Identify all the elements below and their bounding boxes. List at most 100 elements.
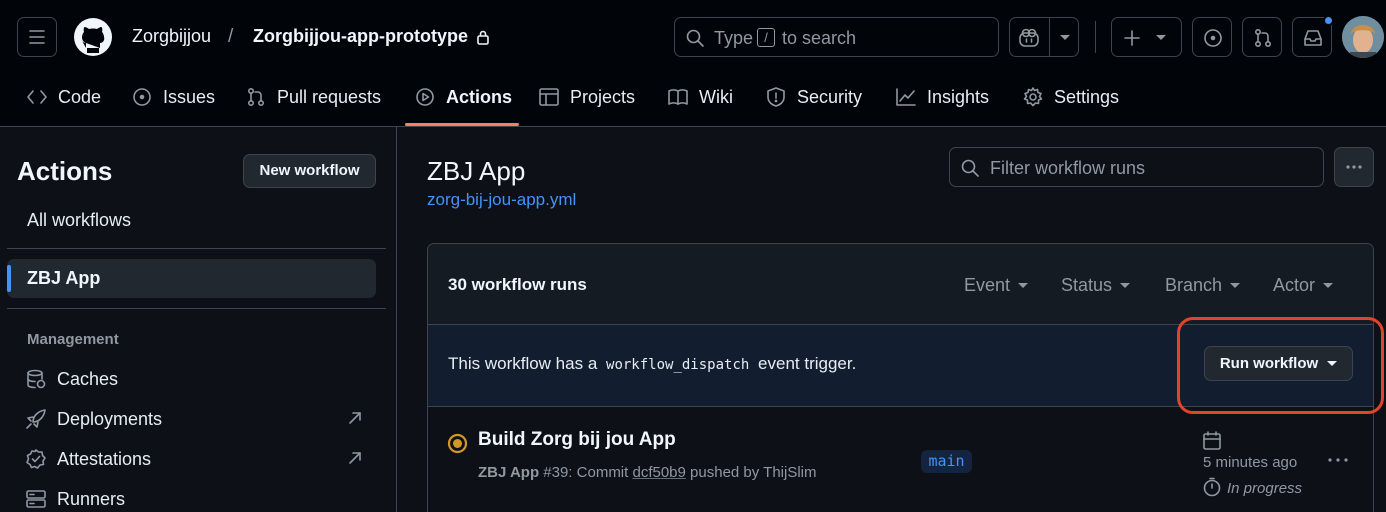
dispatch-code: workflow_dispatch: [606, 357, 750, 373]
tab-code[interactable]: Code: [26, 84, 101, 110]
workflow-file-link[interactable]: zorg-bij-jou-app.yml: [427, 190, 576, 210]
sidebar-item-label: Caches: [57, 368, 119, 389]
gear-icon: [1023, 87, 1043, 107]
search-shortcut-key: /: [757, 28, 775, 47]
tab-pull-requests[interactable]: Pull requests: [245, 84, 381, 110]
run-subtitle: ZBJ App #39: Commit dcf50b9 pushed by Th…: [478, 464, 817, 481]
highlight-annotation: [1177, 317, 1384, 414]
menu-button[interactable]: [17, 17, 57, 57]
repo-link[interactable]: Zorgbijjou-app-prototype: [253, 26, 468, 47]
run-status: In progress: [1227, 480, 1303, 497]
more-options-button[interactable]: [1334, 147, 1374, 187]
issues-button[interactable]: [1192, 17, 1232, 57]
sidebar-item-caches[interactable]: Caches: [25, 367, 118, 391]
run-title-link[interactable]: Build Zorg bij jou App: [478, 429, 676, 451]
notification-dot: [1323, 15, 1334, 26]
runs-count: 30 workflow runs: [448, 275, 587, 294]
sidebar-item-all-workflows[interactable]: All workflows: [27, 210, 131, 231]
search-suffix: to search: [782, 28, 857, 48]
run-timestamp: 5 minutes ago: [1203, 454, 1298, 471]
search-prefix: Type: [714, 28, 754, 48]
runs-header: 30 workflow runs Event Status Branch Act…: [428, 244, 1373, 325]
graph-icon: [896, 88, 916, 106]
copilot-icon: [1019, 28, 1039, 47]
sidebar-item-label: Deployments: [57, 408, 163, 429]
sidebar-item-zbj-app[interactable]: ZBJ App: [7, 259, 376, 298]
filter-label: Event: [964, 275, 1011, 295]
chevron-down-icon: [1120, 283, 1131, 288]
run-pushed-by: pushed by ThijSlim: [690, 464, 817, 481]
tab-label: Security: [797, 86, 863, 107]
chevron-down-icon: [1018, 283, 1029, 288]
tab-label: Wiki: [699, 86, 733, 107]
sidebar-divider: [396, 127, 397, 512]
github-logo-icon[interactable]: [73, 17, 113, 57]
avatar[interactable]: [1342, 16, 1384, 58]
run-workflow-name: ZBJ App: [478, 464, 540, 481]
play-icon: [416, 88, 434, 106]
dispatch-message: This workflow has a workflow_dispatch ev…: [448, 354, 856, 374]
sidebar-title: Actions: [17, 156, 113, 186]
issue-opened-icon: [133, 88, 151, 106]
filter-label: Actor: [1273, 275, 1316, 295]
filter-workflow-runs-input[interactable]: Filter workflow runs: [949, 147, 1324, 187]
copilot-button[interactable]: [1009, 17, 1079, 57]
filter-label: Status: [1061, 275, 1113, 295]
chevron-down-icon[interactable]: [1060, 35, 1070, 40]
tab-projects[interactable]: Projects: [538, 84, 635, 110]
arrow-up-right-icon: [348, 451, 362, 465]
tab-issues[interactable]: Issues: [131, 84, 215, 110]
search-icon: [686, 29, 704, 47]
dispatch-suffix: event trigger.: [758, 354, 857, 373]
book-icon: [668, 89, 688, 105]
chevron-down-icon: [1230, 283, 1241, 288]
active-tab-indicator: [405, 123, 519, 126]
tab-security[interactable]: Security: [765, 84, 862, 110]
header-divider: [1095, 21, 1096, 53]
chevron-down-icon: [1156, 35, 1166, 40]
search-input[interactable]: Type / to search: [674, 17, 999, 57]
tab-insights[interactable]: Insights: [895, 84, 989, 110]
filter-event[interactable]: Event: [964, 275, 1029, 296]
filter-branch[interactable]: Branch: [1165, 275, 1241, 296]
stopwatch-icon: [1202, 477, 1222, 497]
commit-link[interactable]: dcf50b9: [632, 464, 685, 481]
run-more-options-icon[interactable]: [1324, 450, 1352, 470]
tab-actions[interactable]: Actions: [414, 84, 512, 110]
divider: [7, 248, 386, 249]
git-pull-request-icon: [247, 87, 265, 107]
create-new-button[interactable]: [1111, 17, 1182, 57]
in-progress-icon: [447, 433, 468, 454]
tab-label: Projects: [570, 86, 636, 107]
divider: [1049, 18, 1050, 56]
breadcrumb-separator: /: [228, 26, 234, 47]
branch-label[interactable]: main: [921, 450, 972, 473]
calendar-icon: [1202, 431, 1222, 451]
filter-placeholder: Filter workflow runs: [990, 158, 1146, 178]
tab-settings[interactable]: Settings: [1022, 84, 1119, 110]
pull-requests-button[interactable]: [1242, 17, 1282, 57]
new-workflow-button[interactable]: New workflow: [243, 154, 376, 188]
global-header: Zorgbijjou / Zorgbijjou-app-prototype Ty…: [0, 0, 1386, 127]
git-pull-request-icon: [1254, 28, 1272, 48]
tab-label: Settings: [1054, 86, 1120, 107]
tab-label: Insights: [927, 86, 990, 107]
sidebar-item-runners[interactable]: Runners: [25, 487, 125, 511]
sidebar-item-deployments[interactable]: Deployments: [25, 407, 162, 431]
filter-status[interactable]: Status: [1061, 275, 1131, 296]
divider: [7, 308, 386, 309]
arrow-up-right-icon: [348, 411, 362, 425]
management-heading: Management: [27, 331, 119, 348]
verified-icon: [26, 449, 46, 469]
sidebar-item-attestations[interactable]: Attestations: [25, 447, 151, 471]
hamburger-icon: [29, 30, 45, 44]
search-icon: [961, 159, 979, 177]
owner-link[interactable]: Zorgbijjou: [132, 26, 211, 47]
tab-label: Code: [58, 86, 102, 107]
lock-icon: [476, 29, 490, 45]
issue-opened-icon: [1204, 29, 1222, 47]
sidebar-item-label: Attestations: [57, 448, 152, 469]
run-number: #39: Commit: [543, 464, 629, 481]
filter-actor[interactable]: Actor: [1273, 275, 1334, 296]
tab-wiki[interactable]: Wiki: [667, 84, 733, 110]
